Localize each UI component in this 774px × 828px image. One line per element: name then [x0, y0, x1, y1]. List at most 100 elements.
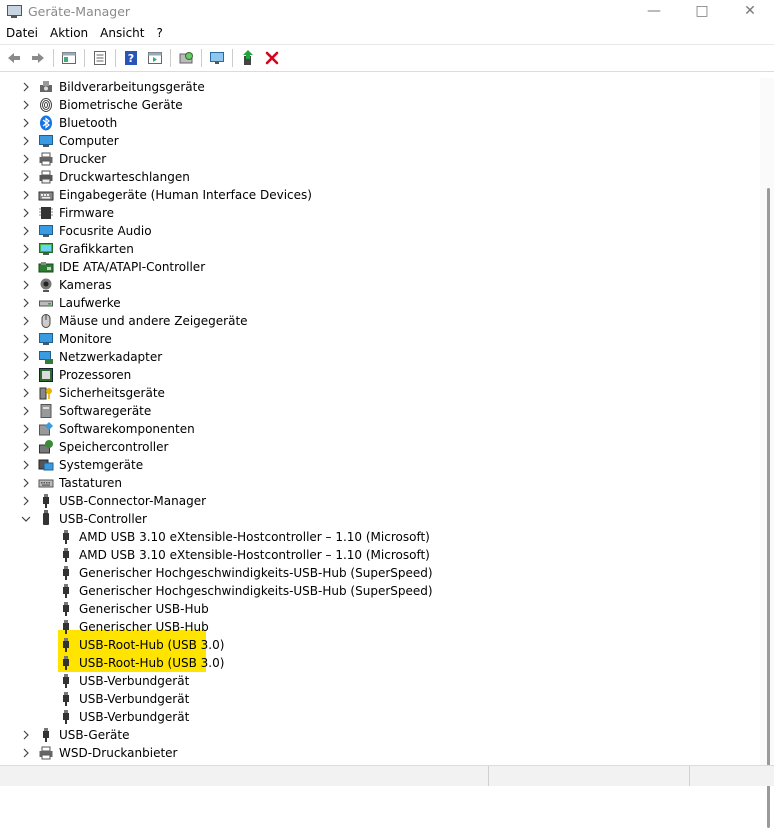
chevron-right-icon[interactable] [20, 330, 32, 348]
menu-help[interactable]: ? [150, 22, 168, 44]
chevron-right-icon[interactable] [20, 150, 32, 168]
usb-icon [58, 529, 74, 545]
uninstall-device-button[interactable] [262, 48, 282, 68]
chevron-right-icon[interactable] [20, 726, 32, 744]
tree-category[interactable]: Biometrische Geräte [0, 96, 760, 114]
chevron-right-icon[interactable] [20, 312, 32, 330]
tree-category[interactable]: USB-Geräte [0, 726, 760, 744]
tree-device-item[interactable]: USB-Verbundgerät [0, 690, 760, 708]
chevron-right-icon[interactable] [20, 366, 32, 384]
help-button[interactable]: ? [121, 48, 141, 68]
network-adapter-icon [38, 349, 54, 365]
action-view-button[interactable] [145, 48, 165, 68]
tree-category[interactable]: Mäuse und andere Zeigegeräte [0, 312, 760, 330]
menu-aktion[interactable]: Aktion [44, 22, 94, 44]
usb-icon [38, 727, 54, 743]
tree-device-item[interactable]: Generischer USB-Hub [0, 600, 760, 618]
tree-device-item[interactable]: USB-Verbundgerät [0, 708, 760, 726]
chevron-right-icon[interactable] [20, 474, 32, 492]
update-driver-button[interactable] [238, 48, 258, 68]
tree-category-label: Kameras [59, 278, 112, 292]
toolbar: ? [0, 45, 774, 72]
action-pane-icon [148, 52, 162, 64]
minimize-button[interactable]: — [630, 0, 678, 22]
storage-controller-icon [38, 439, 54, 455]
chevron-down-icon[interactable] [20, 510, 32, 528]
tree-category[interactable]: Systemgeräte [0, 456, 760, 474]
chevron-right-icon[interactable] [20, 132, 32, 150]
delete-x-icon [265, 51, 279, 65]
chevron-right-icon[interactable] [20, 276, 32, 294]
chevron-right-icon[interactable] [20, 438, 32, 456]
chevron-right-icon[interactable] [20, 402, 32, 420]
usb-icon [58, 601, 74, 617]
tree-category[interactable]: Monitore [0, 330, 760, 348]
chevron-right-icon[interactable] [20, 294, 32, 312]
tree-category[interactable]: Drucker [0, 150, 760, 168]
chevron-right-icon[interactable] [20, 96, 32, 114]
chevron-right-icon[interactable] [20, 420, 32, 438]
tree-category[interactable]: IDE ATA/ATAPI-Controller [0, 258, 760, 276]
tree-category[interactable]: Druckwarteschlangen [0, 168, 760, 186]
menu-datei[interactable]: Datei [0, 22, 44, 44]
tree-category[interactable]: Kameras [0, 276, 760, 294]
forward-button[interactable] [28, 48, 48, 68]
close-button[interactable]: ✕ [726, 0, 774, 22]
chevron-right-icon[interactable] [20, 348, 32, 366]
tree-category[interactable]: Sicherheitsgeräte [0, 384, 760, 402]
properties-button[interactable] [90, 48, 110, 68]
tree-category[interactable]: USB-Connector-Manager [0, 492, 760, 510]
tree-category-label: USB-Geräte [59, 728, 130, 742]
chevron-right-icon[interactable] [20, 456, 32, 474]
tree-category[interactable]: Laufwerke [0, 294, 760, 312]
scrollbar-thumb[interactable] [767, 188, 770, 828]
scan-hardware-changes-button[interactable] [176, 48, 196, 68]
tree-category[interactable]: Bluetooth [0, 114, 760, 132]
tree-category[interactable]: Eingabegeräte (Human Interface Devices) [0, 186, 760, 204]
menu-ansicht[interactable]: Ansicht [94, 22, 150, 44]
tree-category[interactable]: Speichercontroller [0, 438, 760, 456]
chevron-right-icon[interactable] [20, 186, 32, 204]
system-device-icon [38, 457, 54, 473]
tree-device-item[interactable]: USB-Root-Hub (USB 3.0) [0, 636, 760, 654]
tree-category[interactable]: Firmware [0, 204, 760, 222]
tree-device-item[interactable]: Generischer Hochgeschwindigkeits-USB-Hub… [0, 564, 760, 582]
chevron-right-icon[interactable] [20, 222, 32, 240]
tree-device-item[interactable]: AMD USB 3.10 eXtensible-Hostcontroller –… [0, 546, 760, 564]
tree-device-item[interactable]: Generischer USB-Hub [0, 618, 760, 636]
chevron-right-icon[interactable] [20, 114, 32, 132]
toolbar-separator [170, 49, 171, 67]
chevron-right-icon[interactable] [20, 204, 32, 222]
back-button[interactable] [4, 48, 24, 68]
tree-device-item[interactable]: USB-Verbundgerät [0, 672, 760, 690]
view-devices-button[interactable] [207, 48, 227, 68]
tree-device-item[interactable]: Generischer Hochgeschwindigkeits-USB-Hub… [0, 582, 760, 600]
tree-category[interactable]: Computer [0, 132, 760, 150]
tree-category-label: Mäuse und andere Zeigegeräte [59, 314, 248, 328]
tree-category[interactable]: Grafikkarten [0, 240, 760, 258]
show-hide-console-tree-button[interactable] [59, 48, 79, 68]
tree-category[interactable]: Tastaturen [0, 474, 760, 492]
tree-category[interactable]: Softwarekomponenten [0, 420, 760, 438]
chevron-right-icon[interactable] [20, 744, 32, 762]
chevron-right-icon[interactable] [20, 384, 32, 402]
tree-category[interactable]: Netzwerkadapter [0, 348, 760, 366]
chevron-right-icon[interactable] [20, 492, 32, 510]
tree-category[interactable]: Focusrite Audio [0, 222, 760, 240]
tree-device-item[interactable]: AMD USB 3.10 eXtensible-Hostcontroller –… [0, 528, 760, 546]
tree-category-label: Bildverarbeitungsgeräte [59, 80, 205, 94]
tree-category[interactable]: WSD-Druckanbieter [0, 744, 760, 762]
tree-device-item[interactable]: USB-Root-Hub (USB 3.0) [0, 654, 760, 672]
tree-category[interactable]: Bildverarbeitungsgeräte [0, 78, 760, 96]
software-component-icon [38, 421, 54, 437]
status-segment [489, 766, 690, 786]
tree-category-usb-controller[interactable]: USB-Controller [0, 510, 760, 528]
tree-category[interactable]: Prozessoren [0, 366, 760, 384]
chevron-right-icon[interactable] [20, 258, 32, 276]
chevron-right-icon[interactable] [20, 168, 32, 186]
chevron-right-icon[interactable] [20, 78, 32, 96]
maximize-button[interactable]: □ [678, 0, 726, 22]
vertical-scrollbar[interactable] [760, 78, 774, 828]
tree-category[interactable]: Softwaregeräte [0, 402, 760, 420]
chevron-right-icon[interactable] [20, 240, 32, 258]
